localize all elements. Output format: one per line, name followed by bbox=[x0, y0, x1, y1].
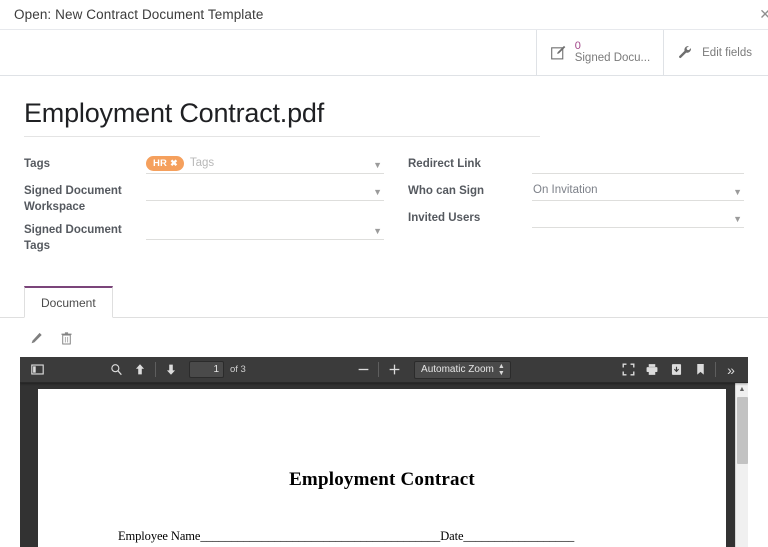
field-row-who-can-sign: Who can Sign On Invitation ▼ bbox=[408, 182, 744, 203]
redirect-link-input[interactable] bbox=[532, 155, 744, 175]
pdf-body: Employment Contract Employee Name_______… bbox=[20, 383, 748, 547]
pdf-heading: Employment Contract bbox=[289, 469, 475, 491]
zoom-out-button[interactable] bbox=[351, 359, 375, 380]
field-label-signed-document-workspace: Signed Document Workspace bbox=[24, 185, 122, 213]
field-row-tags: Tags HR ✖ Tags ▼ bbox=[24, 155, 384, 176]
tag-badge-hr[interactable]: HR ✖ bbox=[146, 155, 184, 171]
notebook-tabs: Document bbox=[0, 286, 768, 319]
title-divider bbox=[24, 136, 540, 138]
toolbar-divider bbox=[715, 362, 717, 378]
toolbar-divider bbox=[378, 362, 380, 378]
who-can-sign-value: On Invitation bbox=[533, 184, 598, 197]
wrench-icon bbox=[678, 45, 693, 60]
field-row-signed-document-tags: Signed Document Tags ▼ bbox=[24, 221, 384, 254]
edit-icon[interactable] bbox=[30, 332, 43, 345]
pdf-rule-date: __________________ bbox=[463, 529, 575, 544]
who-can-sign-select[interactable]: On Invitation ▼ bbox=[532, 182, 744, 202]
print-icon[interactable] bbox=[640, 359, 664, 380]
pdf-label-date: Date bbox=[440, 529, 464, 544]
arrow-up-icon[interactable] bbox=[128, 359, 152, 380]
breadcrumb-bar: Open: New Contract Document Template ✕ bbox=[0, 0, 768, 30]
zoom-level-value: Automatic Zoom bbox=[421, 364, 494, 376]
field-label-redirect-link: Redirect Link bbox=[408, 158, 481, 171]
field-label-who-can-sign: Who can Sign bbox=[408, 185, 485, 198]
chevron-down-icon[interactable]: ▼ bbox=[733, 188, 742, 197]
stat-button-bar: 0 Signed Docu... Edit fields bbox=[0, 30, 768, 76]
pdf-rule-employee-name: _______________________________________ bbox=[200, 529, 441, 544]
tab-document[interactable]: Document bbox=[24, 286, 113, 319]
tag-remove-icon[interactable]: ✖ bbox=[170, 158, 178, 169]
fullscreen-icon[interactable] bbox=[616, 359, 640, 380]
form-column-left: Tags HR ✖ Tags ▼ Signed Document Workspa… bbox=[24, 155, 384, 260]
more-tools-icon[interactable]: » bbox=[719, 359, 743, 380]
pdf-scrollbar[interactable]: ▲ bbox=[735, 383, 748, 547]
form-column-right: Redirect Link Who can Sign On Invitation… bbox=[384, 155, 744, 260]
field-label-invited-users: Invited Users bbox=[408, 212, 481, 225]
pdf-line-employee-name: Employee Name___________________________… bbox=[118, 529, 726, 544]
signed-documents-stat-button[interactable]: 0 Signed Docu... bbox=[535, 30, 664, 75]
chevron-down-icon[interactable]: ▼ bbox=[373, 188, 382, 197]
zoom-in-button[interactable] bbox=[382, 359, 406, 380]
form-sheet: Employment Contract.pdf Tags HR ✖ Tags ▼… bbox=[0, 76, 768, 260]
page-number-input[interactable] bbox=[189, 361, 224, 379]
sidebar-toggle-icon[interactable] bbox=[25, 359, 49, 380]
field-label-tags: Tags bbox=[24, 158, 50, 171]
download-icon[interactable] bbox=[664, 359, 688, 380]
form-grid: Tags HR ✖ Tags ▼ Signed Document Workspa… bbox=[24, 155, 746, 260]
pdf-label-employee-name: Employee Name bbox=[118, 529, 201, 544]
spinner-icon: ▲ ▼ bbox=[497, 362, 505, 377]
pdf-viewer: of 3 Automatic Zoom ▲▼ bbox=[20, 357, 748, 547]
edit-fields-button[interactable]: Edit fields bbox=[663, 30, 768, 75]
bookmark-icon[interactable] bbox=[688, 359, 712, 380]
signed-documents-count: 0 bbox=[574, 39, 581, 52]
signed-document-tags-input[interactable]: ▼ bbox=[146, 221, 384, 241]
search-icon[interactable] bbox=[104, 359, 128, 380]
pdf-toolbar: of 3 Automatic Zoom ▲▼ bbox=[20, 357, 748, 384]
field-row-redirect-link: Redirect Link bbox=[408, 155, 744, 176]
tag-badge-label: HR bbox=[153, 157, 168, 169]
chevron-down-icon[interactable]: ▼ bbox=[373, 227, 382, 236]
zoom-level-select[interactable]: Automatic Zoom ▲ ▼ bbox=[414, 360, 511, 379]
toolbar-divider bbox=[155, 362, 156, 378]
page-title[interactable]: Employment Contract.pdf bbox=[24, 98, 746, 136]
signed-document-workspace-input[interactable]: ▼ bbox=[146, 182, 384, 202]
tab-document-label: Document bbox=[41, 296, 96, 311]
field-row-signed-document-workspace: Signed Document Workspace ▼ bbox=[24, 182, 384, 215]
arrow-down-icon[interactable] bbox=[159, 359, 183, 380]
close-icon[interactable]: ✕ bbox=[759, 7, 768, 21]
tags-placeholder: Tags bbox=[189, 157, 215, 170]
delete-icon[interactable] bbox=[61, 332, 72, 345]
chevron-down-icon[interactable]: ▼ bbox=[733, 215, 742, 224]
chevron-down-icon[interactable]: ▼ bbox=[373, 161, 382, 170]
field-row-invited-users: Invited Users ▼ bbox=[408, 209, 744, 230]
document-action-icons bbox=[0, 318, 768, 353]
invited-users-input[interactable]: ▼ bbox=[532, 209, 744, 229]
scrollbar-thumb[interactable] bbox=[737, 397, 748, 465]
signed-documents-label: Signed Docu... bbox=[574, 52, 651, 65]
breadcrumb[interactable]: Open: New Contract Document Template bbox=[14, 7, 263, 22]
pdf-page-1: Employment Contract Employee Name_______… bbox=[38, 389, 726, 547]
page-total-label: of 3 bbox=[230, 364, 246, 376]
tags-input[interactable]: HR ✖ Tags ▼ bbox=[146, 155, 384, 175]
signature-pen-icon bbox=[550, 44, 567, 61]
edit-fields-label: Edit fields bbox=[702, 46, 752, 59]
scrollbar-up-icon[interactable]: ▲ bbox=[736, 383, 748, 396]
field-label-signed-document-tags: Signed Document Tags bbox=[24, 224, 122, 252]
